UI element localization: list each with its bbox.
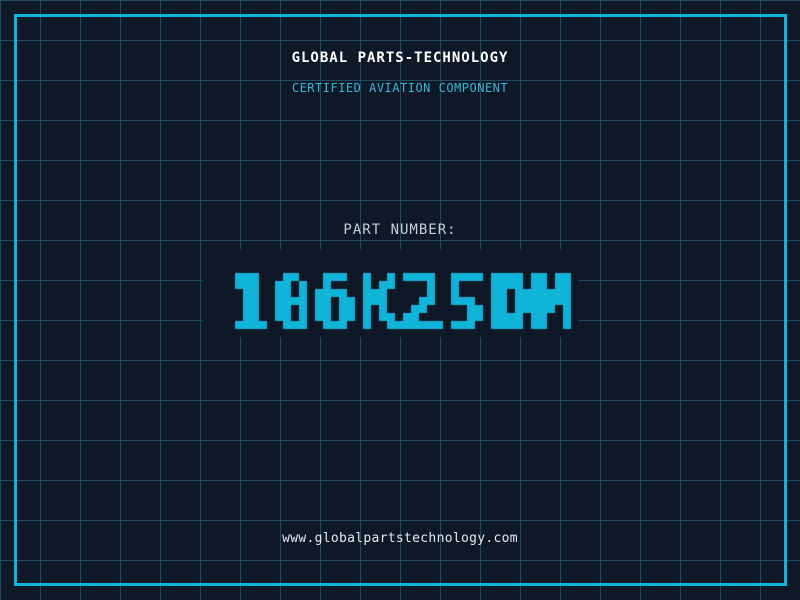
certification-subtitle: CERTIFIED AVIATION COMPONENT [291, 81, 509, 95]
grid-background: GLOBAL PARTS-TECHNOLOGY CERTIFIED AVIATI… [0, 0, 800, 600]
part-number-label: PART NUMBER: [343, 222, 457, 238]
website-url: www.globalpartstechnology.com [282, 531, 518, 546]
company-name: GLOBAL PARTS-TECHNOLOGY [291, 50, 509, 66]
part-number-display [203, 249, 579, 337]
